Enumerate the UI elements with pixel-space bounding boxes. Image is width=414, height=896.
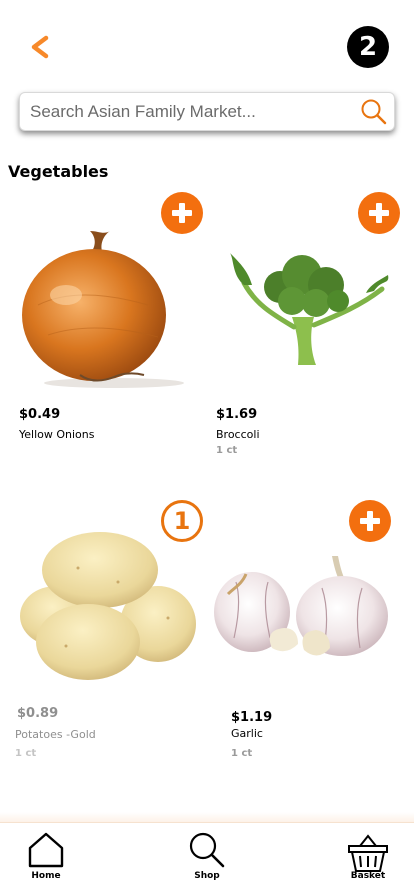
product-unit: 1 ct: [231, 748, 253, 759]
cart-count-badge[interactable]: 2: [347, 26, 389, 68]
chevron-left-icon: [31, 35, 49, 59]
product-price: $1.19: [231, 710, 273, 725]
home-icon: [28, 832, 64, 868]
product-name: Garlic: [231, 727, 263, 740]
nav-basket[interactable]: Basket: [328, 823, 408, 896]
basket-icon: [348, 834, 388, 872]
garlic-image: [214, 556, 388, 656]
product-name: Yellow Onions: [19, 428, 95, 441]
add-to-cart-button[interactable]: [349, 500, 391, 542]
plus-icon: [172, 203, 192, 223]
plus-icon: [369, 203, 389, 223]
nav-shop-label: Shop: [194, 871, 220, 881]
product-price: $1.69: [216, 407, 258, 422]
product-price: $0.49: [19, 407, 61, 422]
search-icon: [189, 832, 225, 868]
section-title: Vegetables: [8, 162, 109, 181]
add-to-cart-button[interactable]: [161, 192, 203, 234]
product-name: Potatoes -Gold: [15, 728, 96, 741]
nav-home-label: Home: [31, 871, 61, 881]
product-unit: 1 ct: [15, 748, 37, 759]
add-to-cart-button[interactable]: [358, 192, 400, 234]
cart-quantity-indicator[interactable]: 1: [161, 500, 203, 542]
search-bar: [19, 92, 395, 131]
product-name: Broccoli: [216, 428, 260, 441]
nav-home[interactable]: Home: [6, 823, 86, 896]
nav-basket-label: Basket: [350, 871, 386, 881]
bottom-nav-divider: [0, 812, 414, 822]
product-price: $0.89: [17, 706, 59, 721]
broccoli-image: [230, 253, 389, 365]
nav-shop[interactable]: Shop: [167, 823, 247, 896]
product-unit: 1 ct: [216, 445, 238, 456]
top-bar: 2: [0, 0, 414, 90]
onion-image: [22, 231, 184, 388]
potatoes-image: [20, 532, 196, 680]
bottom-nav: Home Shop Basket: [0, 822, 414, 896]
back-button[interactable]: [26, 30, 56, 64]
search-input[interactable]: [20, 93, 354, 130]
plus-icon: [360, 511, 380, 531]
search-icon[interactable]: [354, 92, 394, 131]
